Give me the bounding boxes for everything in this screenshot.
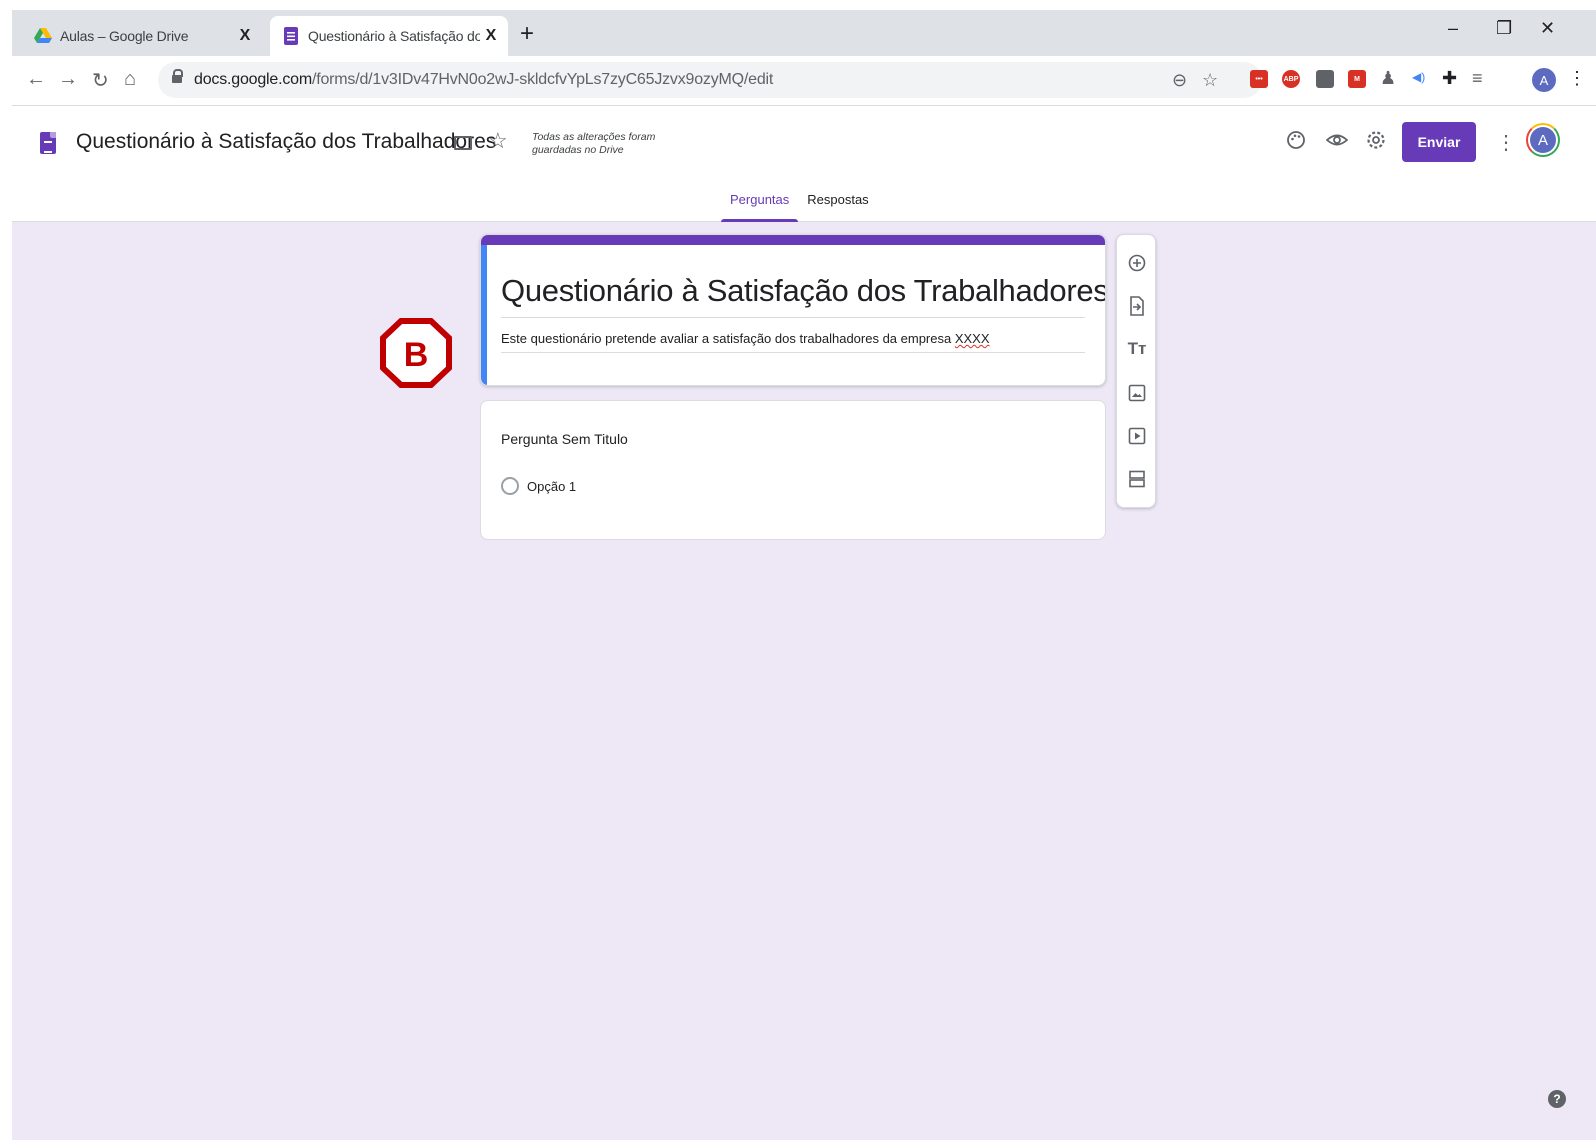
forward-icon[interactable]: → bbox=[58, 68, 78, 91]
tab-perguntas[interactable]: Perguntas bbox=[721, 192, 799, 222]
option-label: Opção 1 bbox=[527, 478, 577, 494]
settings-gear-icon[interactable] bbox=[1366, 130, 1386, 156]
close-window-icon[interactable]: ✕ bbox=[1540, 18, 1555, 39]
add-title-icon[interactable]: Tт bbox=[1127, 339, 1147, 359]
tab-title: Aulas – Google Drive bbox=[60, 28, 189, 44]
url-text: docs.google.com/forms/d/1v3IDv47HvN0o2wJ… bbox=[194, 71, 773, 89]
home-icon[interactable]: ⌂ bbox=[124, 68, 136, 91]
form-title-card[interactable]: Questionário à Satisfação dos Trabalhado… bbox=[480, 234, 1106, 386]
selected-card-indicator bbox=[481, 245, 487, 385]
help-icon[interactable]: ? bbox=[1548, 1090, 1566, 1108]
tab-close-icon[interactable]: X bbox=[234, 27, 256, 45]
google-drive-ext-icon[interactable] bbox=[1316, 70, 1334, 88]
spellcheck-flagged-word: XXXX bbox=[954, 331, 990, 346]
forms-header: Questionário à Satisfação dos Trabalhado… bbox=[12, 106, 1596, 222]
tab-title: Questionário à Satisfação dos Tra bbox=[308, 28, 480, 44]
option-row[interactable]: Opção 1 bbox=[501, 477, 576, 495]
browser-tabstrip: Aulas – Google Drive X Questionário à Sa… bbox=[12, 10, 1596, 56]
tab-google-drive[interactable]: Aulas – Google Drive X bbox=[22, 16, 262, 56]
reading-list-icon[interactable]: ≡ bbox=[1472, 68, 1483, 89]
lock-icon bbox=[172, 69, 183, 86]
restore-icon[interactable]: ❐ bbox=[1496, 18, 1512, 39]
extensions-puzzle-icon[interactable]: ✚ bbox=[1442, 68, 1457, 89]
reload-icon[interactable]: ↻ bbox=[92, 68, 109, 93]
radio-icon[interactable] bbox=[501, 477, 519, 495]
url-host: docs.google.com bbox=[194, 71, 312, 88]
new-tab-button[interactable]: + bbox=[520, 20, 534, 48]
tab-google-forms[interactable]: Questionário à Satisfação dos Tra X bbox=[270, 16, 508, 56]
google-drive-icon bbox=[34, 27, 52, 45]
google-forms-logo-icon[interactable] bbox=[40, 132, 56, 154]
adblock-plus-icon[interactable]: ABP bbox=[1282, 70, 1300, 88]
add-section-icon[interactable] bbox=[1127, 469, 1147, 489]
document-title[interactable]: Questionário à Satisfação dos Trabalhado… bbox=[76, 130, 496, 154]
more-options-icon[interactable]: ⋮ bbox=[1496, 130, 1516, 155]
title-card-accent bbox=[481, 235, 1105, 245]
star-icon[interactable]: ☆ bbox=[488, 128, 508, 154]
form-tabs: Perguntas Respostas bbox=[721, 192, 878, 222]
annotation-badge-letter: B bbox=[404, 336, 429, 374]
tab-close-icon[interactable]: X bbox=[480, 27, 502, 45]
volume-icon[interactable]: ◀) bbox=[1412, 70, 1425, 84]
url-path: /forms/d/1v3IDv47HvN0o2wJ-skldcfvYpLs7zy… bbox=[311, 71, 774, 88]
google-forms-icon bbox=[282, 27, 300, 45]
preview-eye-icon[interactable] bbox=[1325, 130, 1349, 156]
extension-red-icon[interactable]: ••• bbox=[1250, 70, 1268, 88]
add-image-icon[interactable] bbox=[1127, 383, 1147, 403]
browser-profile-avatar[interactable]: A bbox=[1532, 68, 1556, 92]
send-button[interactable]: Enviar bbox=[1402, 122, 1476, 162]
form-description-input[interactable]: Este questionário pretende avaliar a sat… bbox=[501, 331, 1085, 353]
form-editor-canvas: B Questionário à Satisfação dos Trabalha… bbox=[12, 222, 1596, 1140]
description-text: Este questionário pretende avaliar a sat… bbox=[501, 331, 955, 346]
tab-respostas[interactable]: Respostas bbox=[798, 192, 877, 222]
import-questions-icon[interactable] bbox=[1127, 296, 1147, 316]
browser-toolbar: ← → ↻ ⌂ docs.google.com/forms/d/1v3IDv47… bbox=[12, 56, 1596, 106]
account-avatar[interactable]: A bbox=[1526, 123, 1560, 157]
form-title-input[interactable]: Questionário à Satisfação dos Trabalhado… bbox=[501, 273, 1105, 318]
browser-menu-icon[interactable]: ⋮ bbox=[1568, 68, 1586, 89]
bookmark-star-icon[interactable]: ☆ bbox=[1202, 70, 1218, 91]
move-to-folder-icon[interactable] bbox=[454, 136, 472, 150]
question-title[interactable]: Pergunta Sem Titulo bbox=[501, 431, 628, 447]
avatar-initial: A bbox=[1530, 127, 1556, 153]
question-card[interactable]: Pergunta Sem Titulo Opção 1 bbox=[480, 400, 1106, 540]
add-question-icon[interactable] bbox=[1127, 253, 1147, 273]
annotation-badge: B bbox=[380, 318, 452, 388]
address-bar[interactable]: docs.google.com/forms/d/1v3IDv47HvN0o2wJ… bbox=[158, 62, 1262, 98]
extension-m-icon[interactable]: M bbox=[1348, 70, 1366, 88]
save-status: Todas as alterações foram guardadas no D… bbox=[532, 131, 656, 156]
zoom-icon[interactable]: ⊖ bbox=[1172, 70, 1187, 91]
palette-icon[interactable] bbox=[1286, 130, 1306, 156]
floating-toolbar: Tт bbox=[1116, 234, 1156, 508]
extension-mascot-icon[interactable]: ♟ bbox=[1380, 68, 1396, 89]
add-video-icon[interactable] bbox=[1127, 426, 1147, 446]
minimize-icon[interactable]: – bbox=[1448, 18, 1458, 39]
back-icon[interactable]: ← bbox=[26, 68, 46, 91]
